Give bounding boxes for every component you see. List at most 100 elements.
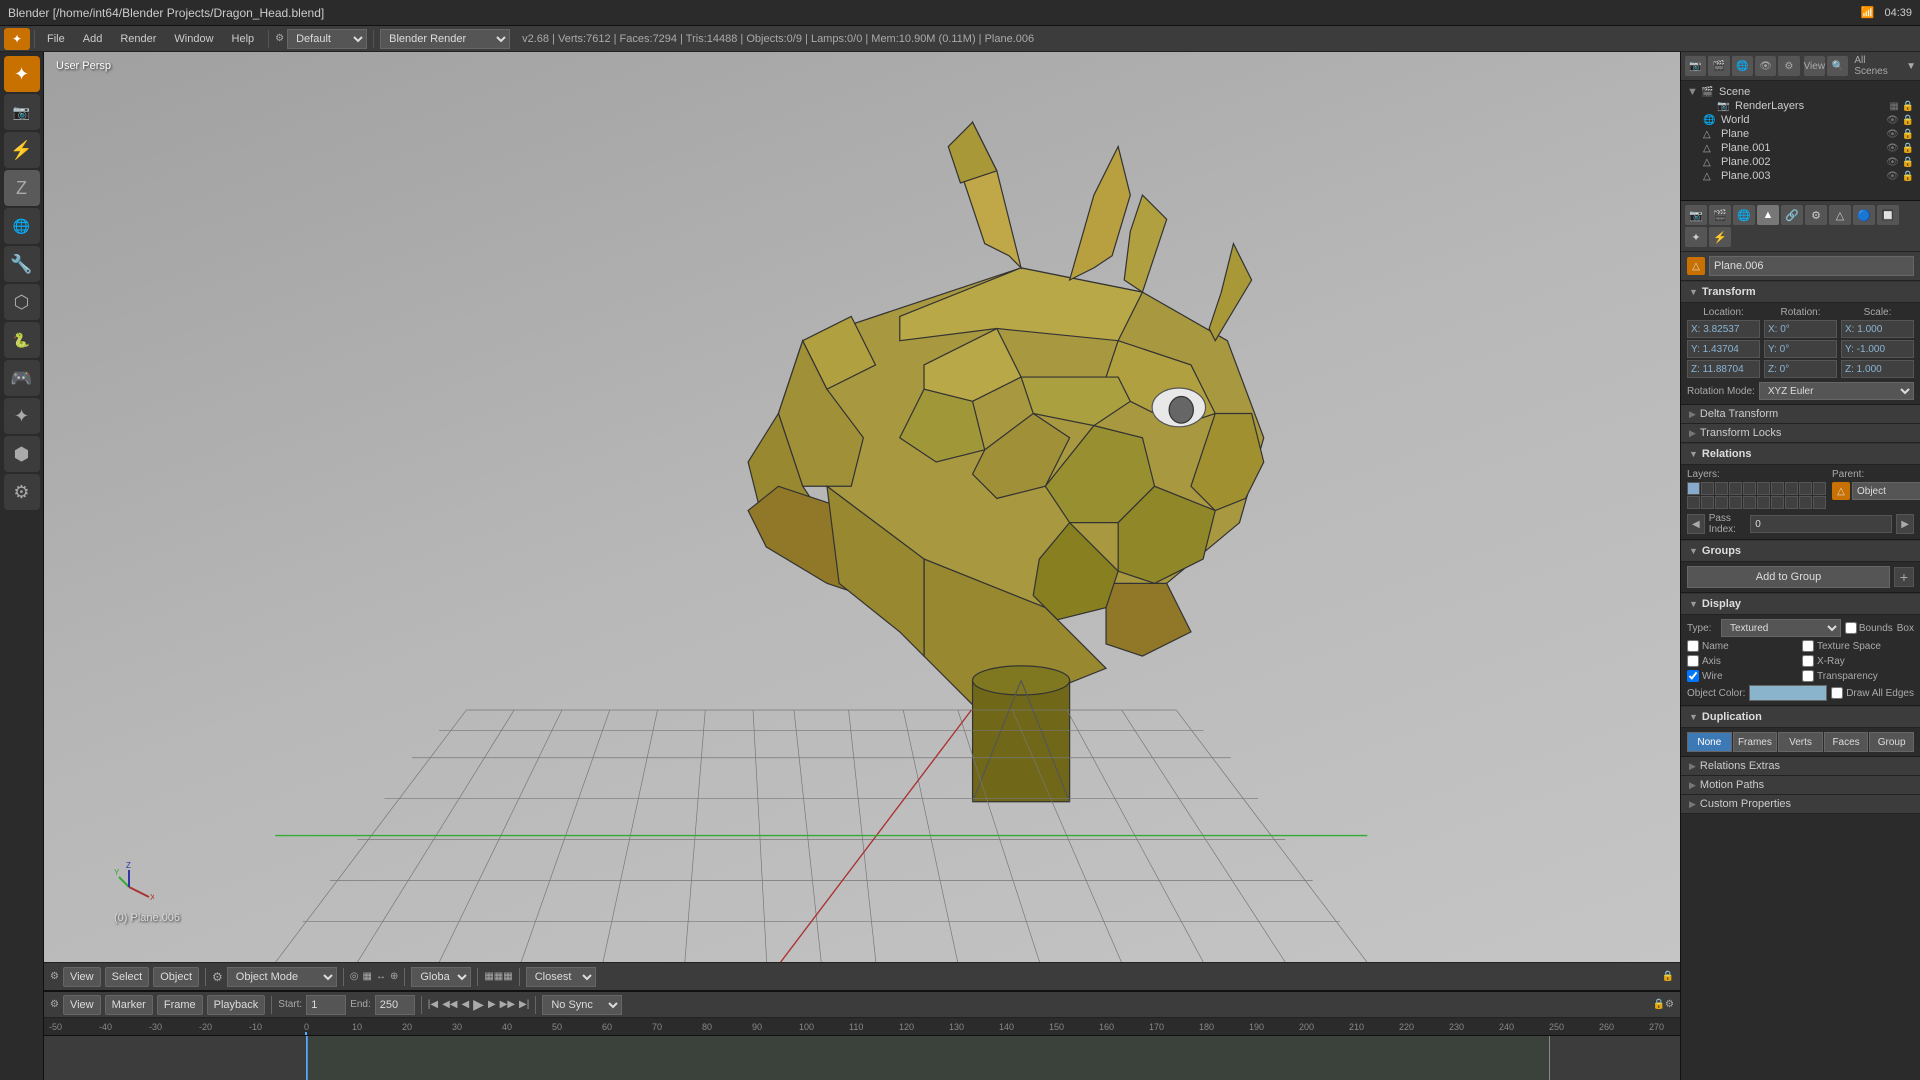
layer-17[interactable] xyxy=(1771,496,1784,509)
custom-properties-section[interactable]: ▶ Custom Properties xyxy=(1681,795,1920,814)
prop-modifier-icon[interactable]: ⚙ xyxy=(1805,205,1827,225)
display-section-header[interactable]: ▼ Display xyxy=(1681,593,1920,615)
transform-locks-section[interactable]: ▶ Transform Locks xyxy=(1681,424,1920,443)
rpanel-view-icon[interactable]: 👁 xyxy=(1755,56,1776,76)
mode-selector[interactable]: Object Mode xyxy=(227,967,337,987)
dup-tab-group[interactable]: Group xyxy=(1869,732,1914,752)
layer-18[interactable] xyxy=(1785,496,1798,509)
duplication-section-header[interactable]: ▼ Duplication xyxy=(1681,706,1920,728)
transparency-check-label[interactable]: Transparency xyxy=(1802,670,1914,682)
layer-4[interactable] xyxy=(1729,482,1742,495)
layer-16[interactable] xyxy=(1757,496,1770,509)
next-keyframe-btn[interactable]: ▶▶ xyxy=(500,999,515,1010)
timeline-marker-btn[interactable]: Marker xyxy=(105,995,153,1015)
pass-index-prev[interactable]: ◀ xyxy=(1687,514,1705,534)
pass-index-next[interactable]: ▶ xyxy=(1896,514,1914,534)
layer-8[interactable] xyxy=(1785,482,1798,495)
wire-checkbox[interactable] xyxy=(1687,670,1699,682)
rpanel-props-icon[interactable]: ⚙ xyxy=(1778,56,1799,76)
blender-logo[interactable]: ✦ xyxy=(4,28,30,50)
outliner-item-plane[interactable]: △ Plane 👁 🔒 xyxy=(1681,127,1920,141)
dup-tab-verts[interactable]: Verts xyxy=(1778,732,1823,752)
layer-5[interactable] xyxy=(1743,482,1756,495)
script-icon[interactable]: 🐍 xyxy=(4,322,40,358)
help-menu[interactable]: Help xyxy=(224,31,263,47)
outliner-item-scene[interactable]: ▼ 🎬 Scene xyxy=(1681,85,1920,99)
add-to-group-icon[interactable]: + xyxy=(1894,567,1914,587)
transform-orientation[interactable]: Global xyxy=(411,967,471,987)
rot-y-input[interactable] xyxy=(1764,340,1837,358)
layer-14[interactable] xyxy=(1729,496,1742,509)
loc-y-input[interactable] xyxy=(1687,340,1760,358)
tool-icon[interactable]: 🔧 xyxy=(4,246,40,282)
properties-icon[interactable]: ⚡ xyxy=(4,132,40,168)
display-type-select[interactable]: Textured xyxy=(1721,619,1841,637)
relations-section-header[interactable]: ▼ Relations xyxy=(1681,443,1920,465)
outliner-item-plane002[interactable]: △ Plane.002 👁 🔒 xyxy=(1681,155,1920,169)
rpanel-search-btn[interactable]: 🔍 xyxy=(1827,56,1848,76)
layer-2[interactable] xyxy=(1701,482,1714,495)
object-name-input[interactable] xyxy=(1709,256,1914,276)
file-menu[interactable]: File xyxy=(39,31,73,47)
game-icon[interactable]: 🎮 xyxy=(4,360,40,396)
transform-section-header[interactable]: ▼ Transform xyxy=(1681,281,1920,303)
loc-x-input[interactable] xyxy=(1687,320,1760,338)
prop-physics-icon[interactable]: ⚡ xyxy=(1709,227,1731,247)
texture-space-check-label[interactable]: Texture Space xyxy=(1802,640,1914,652)
pass-index-input[interactable] xyxy=(1750,515,1892,533)
rotation-mode-select[interactable]: XYZ Euler xyxy=(1759,382,1914,400)
wire-check-label[interactable]: Wire xyxy=(1687,670,1799,682)
prop-material-icon[interactable]: 🔵 xyxy=(1853,205,1875,225)
add-to-group-btn[interactable]: Add to Group xyxy=(1687,566,1890,588)
groups-section-header[interactable]: ▼ Groups xyxy=(1681,540,1920,562)
window-menu[interactable]: Window xyxy=(166,31,221,47)
prop-constraint-icon[interactable]: 🔗 xyxy=(1781,205,1803,225)
layer-6[interactable] xyxy=(1757,482,1770,495)
render-icon[interactable]: 📷 xyxy=(4,94,40,130)
timeline-content[interactable] xyxy=(44,1036,1680,1080)
timeline-frame-btn[interactable]: Frame xyxy=(157,995,203,1015)
prop-scene-icon[interactable]: 🎬 xyxy=(1709,205,1731,225)
sync-selector[interactable]: No Sync xyxy=(542,995,622,1015)
scale-z-input[interactable] xyxy=(1841,360,1914,378)
layer-11[interactable] xyxy=(1687,496,1700,509)
rpanel-render-icon[interactable]: 📷 xyxy=(1685,56,1706,76)
steam-icon[interactable]: ⚙ xyxy=(4,474,40,510)
outliner-icon[interactable]: Z xyxy=(4,170,40,206)
outliner-item-world[interactable]: 🌐 World 👁 🔒 xyxy=(1681,113,1920,127)
prop-texture-icon[interactable]: 🔲 xyxy=(1877,205,1899,225)
delta-transform-section[interactable]: ▶ Delta Transform xyxy=(1681,405,1920,424)
parent-field[interactable] xyxy=(1852,482,1920,500)
start-frame-input[interactable] xyxy=(306,995,346,1015)
render-menu[interactable]: Render xyxy=(112,31,164,47)
layer-15[interactable] xyxy=(1743,496,1756,509)
scale-x-input[interactable] xyxy=(1841,320,1914,338)
xray-checkbox[interactable] xyxy=(1802,655,1814,667)
rpanel-scene-icon[interactable]: 🎬 xyxy=(1708,56,1729,76)
layer-19[interactable] xyxy=(1799,496,1812,509)
transparency-checkbox[interactable] xyxy=(1802,670,1814,682)
name-checkbox[interactable] xyxy=(1687,640,1699,652)
prop-render-icon[interactable]: 📷 xyxy=(1685,205,1707,225)
view-menu-btn[interactable]: View xyxy=(63,967,101,987)
xray-check-label[interactable]: X-Ray xyxy=(1802,655,1914,667)
layer-10[interactable] xyxy=(1813,482,1826,495)
scene-selector[interactable]: Default xyxy=(287,29,367,49)
blender-mode-icon[interactable]: ✦ xyxy=(4,56,40,92)
mesh-icon[interactable]: ⬡ xyxy=(4,284,40,320)
layer-7[interactable] xyxy=(1771,482,1784,495)
rpanel-world-icon[interactable]: 🌐 xyxy=(1732,56,1753,76)
select-menu-btn[interactable]: Select xyxy=(105,967,150,987)
prop-data-icon[interactable]: △ xyxy=(1829,205,1851,225)
add-menu[interactable]: Add xyxy=(75,31,111,47)
dup-tab-frames[interactable]: Frames xyxy=(1733,732,1778,752)
axis-check-label[interactable]: Axis xyxy=(1687,655,1799,667)
outliner-item-renderlayers[interactable]: 📷 RenderLayers ▦ 🔒 xyxy=(1681,99,1920,113)
scale-y-input[interactable] xyxy=(1841,340,1914,358)
draw-all-edges-checkbox[interactable] xyxy=(1831,687,1843,699)
end-frame-input[interactable] xyxy=(375,995,415,1015)
obj-color-swatch[interactable] xyxy=(1749,685,1827,701)
layer-3[interactable] xyxy=(1715,482,1728,495)
snap-selector[interactable]: Closest xyxy=(526,967,596,987)
layer-13[interactable] xyxy=(1715,496,1728,509)
